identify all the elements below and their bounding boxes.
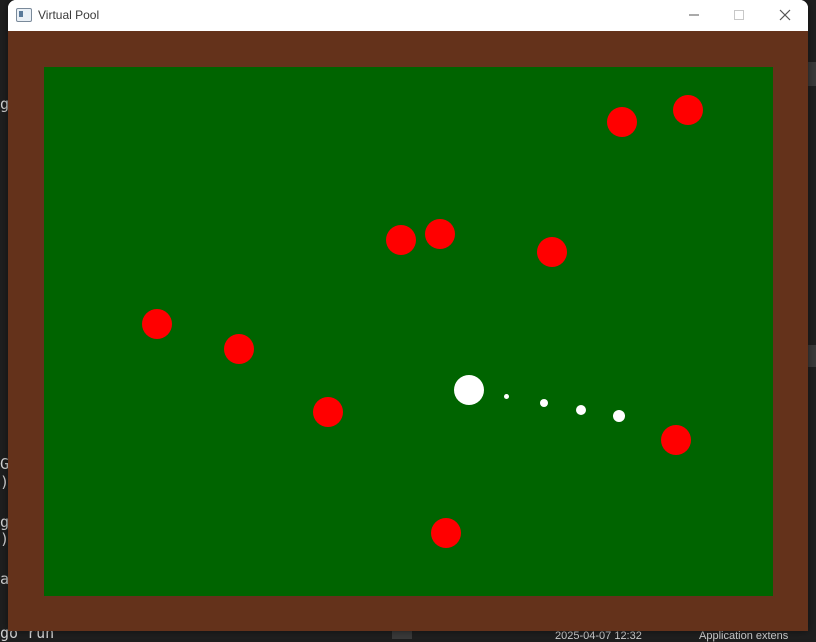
- aim-guide-dot: [504, 394, 509, 399]
- object-ball[interactable]: [425, 219, 455, 249]
- aim-guide-dot: [576, 405, 586, 415]
- background-scrollbar: [808, 345, 816, 367]
- background-scrollbar: [808, 62, 816, 86]
- cue-ball[interactable]: [454, 375, 484, 405]
- pool-window: Virtual Pool: [8, 0, 808, 631]
- object-ball[interactable]: [142, 309, 172, 339]
- close-button[interactable]: [762, 0, 808, 30]
- object-ball[interactable]: [431, 518, 461, 548]
- close-icon: [779, 9, 791, 21]
- taskbar-timestamp: 2025-04-07 12:32: [555, 630, 642, 642]
- object-ball[interactable]: [224, 334, 254, 364]
- object-ball[interactable]: [386, 225, 416, 255]
- background-icon: [392, 630, 412, 639]
- app-icon: [16, 8, 32, 22]
- object-ball[interactable]: [661, 425, 691, 455]
- title-bar[interactable]: Virtual Pool: [8, 0, 808, 32]
- aim-guide-dot: [540, 399, 548, 407]
- minimize-button[interactable]: [671, 0, 717, 30]
- object-ball[interactable]: [673, 95, 703, 125]
- taskbar-label: Application extens: [699, 630, 789, 642]
- aim-guide-dot: [613, 410, 625, 422]
- object-ball[interactable]: [537, 237, 567, 267]
- object-ball[interactable]: [313, 397, 343, 427]
- minimize-icon: [689, 14, 699, 16]
- object-ball[interactable]: [607, 107, 637, 137]
- window-title: Virtual Pool: [38, 8, 100, 22]
- maximize-button[interactable]: [716, 0, 762, 30]
- maximize-icon: [734, 10, 744, 20]
